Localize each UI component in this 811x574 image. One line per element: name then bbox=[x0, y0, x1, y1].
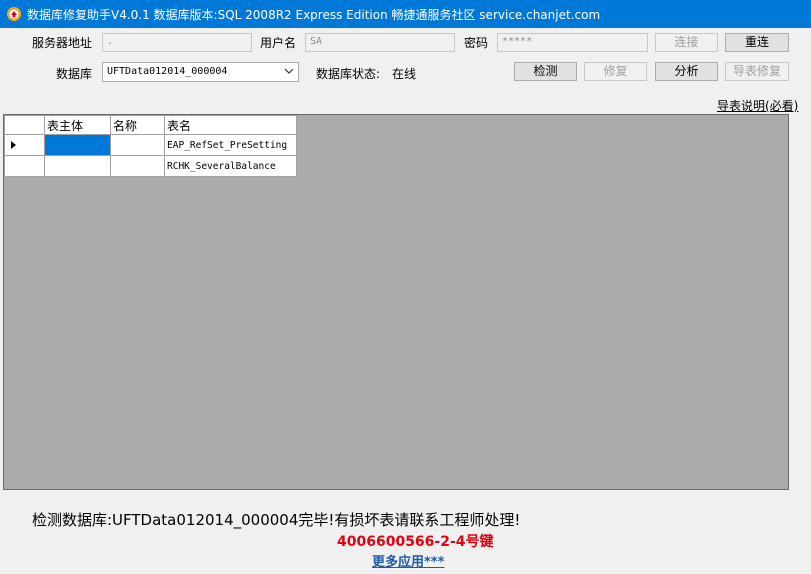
username-label: 用户名 bbox=[260, 36, 297, 50]
chevron-down-icon bbox=[284, 68, 294, 74]
table-cell[interactable]: EAP_RefSet_PreSetting bbox=[164, 134, 297, 156]
repair-button[interactable]: 修复 bbox=[584, 62, 647, 81]
database-label: 数据库 bbox=[56, 67, 93, 81]
row-header[interactable] bbox=[4, 134, 45, 156]
db-status-label: 数据库状态: bbox=[316, 67, 381, 81]
window-title: 数据库修复助手V4.0.1 数据库版本:SQL 2008R2 Express E… bbox=[27, 8, 601, 22]
database-selected-value: UFTData012014_000004 bbox=[107, 66, 228, 77]
title-bar: 数据库修复助手V4.0.1 数据库版本:SQL 2008R2 Express E… bbox=[0, 0, 811, 28]
results-table: 表主体 名称 表名 EAP_RefSet_PreSetting RCHK_Sev… bbox=[4, 115, 297, 177]
server-label: 服务器地址 bbox=[32, 36, 93, 50]
results-grid[interactable]: 表主体 名称 表名 EAP_RefSet_PreSetting RCHK_Sev… bbox=[3, 114, 789, 490]
row-header[interactable] bbox=[4, 155, 45, 177]
username-field[interactable]: SA bbox=[305, 33, 455, 52]
table-cell[interactable] bbox=[44, 155, 111, 177]
export-repair-button[interactable]: 导表修复 bbox=[725, 62, 789, 81]
table-cell[interactable]: RCHK_SeveralBalance bbox=[164, 155, 297, 177]
analyze-button[interactable]: 分析 bbox=[655, 62, 718, 81]
support-phone: 4006600566-2-4号键 bbox=[337, 534, 494, 550]
password-label: 密码 bbox=[464, 36, 489, 50]
column-header[interactable]: 表主体 bbox=[44, 115, 111, 135]
column-header[interactable]: 名称 bbox=[110, 115, 165, 135]
table-row[interactable]: RCHK_SeveralBalance bbox=[4, 155, 297, 177]
password-field[interactable]: ***** bbox=[497, 33, 648, 52]
status-message: 检测数据库:UFTData012014_000004完毕!有损坏表请联系工程师处… bbox=[32, 511, 521, 529]
reconnect-button[interactable]: 重连 bbox=[725, 33, 789, 52]
app-icon bbox=[7, 7, 21, 21]
table-cell[interactable] bbox=[110, 155, 165, 177]
row-header-corner bbox=[4, 115, 45, 135]
server-field[interactable]: . bbox=[102, 33, 252, 52]
connect-button[interactable]: 连接 bbox=[655, 33, 718, 52]
database-select[interactable]: UFTData012014_000004 bbox=[102, 62, 299, 82]
table-cell[interactable] bbox=[110, 134, 165, 156]
grid-header-row: 表主体 名称 表名 bbox=[4, 115, 297, 135]
check-button[interactable]: 检测 bbox=[514, 62, 577, 81]
table-row[interactable]: EAP_RefSet_PreSetting bbox=[4, 134, 297, 156]
db-status-value: 在线 bbox=[392, 67, 417, 81]
more-apps-link[interactable]: 更多应用*** bbox=[372, 551, 444, 570]
column-header[interactable]: 表名 bbox=[164, 115, 297, 135]
table-cell[interactable] bbox=[44, 134, 111, 156]
current-row-arrow-icon bbox=[11, 141, 16, 149]
table-help-link[interactable]: 导表说明(必看) bbox=[717, 97, 798, 114]
